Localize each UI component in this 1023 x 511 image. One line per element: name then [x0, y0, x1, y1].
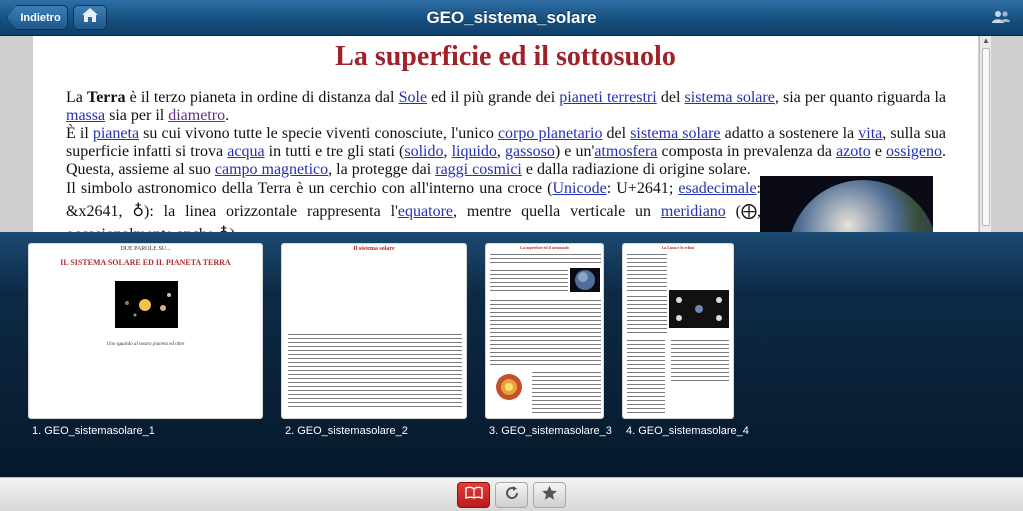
link-liquido[interactable]: liquido [452, 143, 497, 160]
link-sistema-solare-2[interactable]: sistema solare [630, 125, 720, 142]
thumbnail-label-1: 1. GEO_sistemasolare_1 [32, 425, 155, 437]
thumbnail-text-block [627, 294, 667, 334]
thumbnail-kicker: DUE PAROLE SU... [120, 246, 171, 252]
document-view[interactable]: La superficie ed il sottosuolo La Terra … [0, 36, 1023, 232]
thumbnail-page-1[interactable]: DUE PAROLE SU... IL SISTEMA SOLARE ED IL… [28, 243, 263, 419]
thumbnail-item-2[interactable]: Il sistema solare 2. GEO_sistemasolare_2 [281, 243, 467, 437]
thumbnail-title: IL SISTEMA SOLARE ED IL PIANETA TERRA [60, 258, 231, 267]
link-equatore[interactable]: equatore [398, 203, 453, 220]
thumbnail-text-block [532, 370, 601, 414]
thumbnail-label-2: 2. GEO_sistemasolare_2 [285, 425, 408, 437]
page-title: GEO_sistema_solare [426, 8, 597, 27]
link-raggi-cosmici[interactable]: raggi cosmici [435, 161, 522, 178]
document-page: La superficie ed il sottosuolo La Terra … [33, 36, 978, 232]
thumbnail-text-block [627, 338, 665, 414]
thumbnail-label-3: 3. GEO_sistemasolare_3 [489, 425, 612, 437]
paragraph-3: Il simbolo astronomico della Terra è un … [66, 180, 761, 232]
thumbnail-page-4[interactable]: La Luna e le eclissi [622, 243, 734, 419]
link-sistema-solare[interactable]: sistema solare [685, 89, 775, 106]
thumbnail-item-4[interactable]: La Luna e le eclissi 4. GEO_sistemasolar… [622, 243, 749, 437]
thumbnail-label-4: 4. GEO_sistemasolare_4 [626, 425, 749, 437]
paragraph-2: È il pianeta su cui vivono tutte le spec… [66, 125, 947, 178]
link-campo-magnetico[interactable]: campo magnetico [215, 161, 328, 178]
earth-layers-image [492, 372, 526, 402]
bookmarks-button[interactable] [457, 482, 490, 508]
thumbnail-text-block [490, 268, 568, 294]
link-corpo-planetario[interactable]: corpo planetario [498, 125, 603, 142]
earth-thumbnail-image [570, 268, 600, 292]
thumbnail-title: Il sistema solare [353, 246, 395, 252]
thumbnail-text-block [490, 252, 601, 266]
document-heading: La superficie ed il sottosuolo [335, 41, 676, 72]
paragraph-1: La Terra è il terzo pianeta in ordine di… [66, 89, 947, 124]
link-pianeta[interactable]: pianeta [93, 125, 139, 142]
thumbnail-page-3[interactable]: La superficie ed il sottosuolo [485, 243, 604, 419]
link-sole[interactable]: Sole [399, 89, 427, 106]
thumbnail-item-3[interactable]: La superficie ed il sottosuolo 3. GEO_si… [485, 243, 612, 437]
link-azoto[interactable]: azoto [836, 143, 871, 160]
link-atmosfera[interactable]: atmosfera [594, 143, 657, 160]
thumbnail-item-1[interactable]: DUE PAROLE SU... IL SISTEMA SOLARE ED IL… [28, 243, 263, 437]
star-icon [541, 485, 558, 506]
thumbnail-text-block [627, 252, 667, 292]
vertical-scrollbar[interactable]: ▲ [979, 36, 991, 232]
scroll-up-icon[interactable]: ▲ [980, 36, 992, 46]
thumbnail-text-block [671, 338, 729, 384]
open-book-icon [464, 486, 483, 504]
link-solido[interactable]: solido [404, 143, 443, 160]
thumbnail-text-block [490, 298, 601, 368]
refresh-icon [504, 485, 520, 506]
link-ossigeno[interactable]: ossigeno [886, 143, 942, 160]
link-acqua[interactable]: acqua [227, 143, 264, 160]
link-pianeti-terrestri[interactable]: pianeti terrestri [559, 89, 656, 106]
link-gassoso[interactable]: gassoso [505, 143, 555, 160]
thumbnail-tray: DUE PAROLE SU... IL SISTEMA SOLARE ED IL… [0, 232, 1023, 477]
moon-phases-image [669, 290, 729, 328]
earth-image [760, 176, 933, 232]
link-meridiano[interactable]: meridiano [661, 203, 726, 220]
refresh-button[interactable] [495, 482, 528, 508]
link-diametro[interactable]: diametro [168, 107, 225, 124]
users-icon[interactable] [991, 10, 1011, 29]
thumbnail-text-block [288, 332, 462, 410]
top-bar: Indietro GEO_sistema_solare [0, 0, 1023, 36]
link-esadecimale[interactable]: esadecimale [678, 180, 756, 197]
bottom-toolbar [0, 477, 1023, 511]
thumbnail-title: La superficie ed il sottosuolo [520, 245, 569, 250]
link-massa[interactable]: massa [66, 107, 105, 124]
favorite-button[interactable] [533, 482, 566, 508]
thumbnail-page-2[interactable]: Il sistema solare [281, 243, 467, 419]
link-vita[interactable]: vita [858, 125, 882, 142]
scrollbar-thumb[interactable] [982, 48, 990, 226]
thumbnail-subtitle: Uno sguardo al nostro pianeta ed oltre [106, 342, 185, 347]
thumbnail-title: La Luna e le eclissi [661, 245, 695, 250]
solar-system-image [115, 281, 178, 328]
link-unicode[interactable]: Unicode [553, 180, 607, 197]
